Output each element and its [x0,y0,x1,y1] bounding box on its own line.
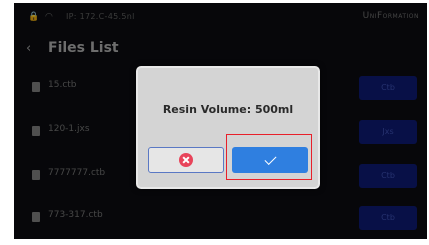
photo-frame: 🔒 ◠ IP: 172.C-45.5nl UniFormation ‹ File… [0,0,429,245]
close-circle-icon [179,153,193,167]
printer-screen: 🔒 ◠ IP: 172.C-45.5nl UniFormation ‹ File… [14,3,427,239]
highlight-annotation [226,134,312,180]
cancel-button[interactable] [148,147,224,173]
dialog-message: Resin Volume: 500ml [162,103,294,116]
